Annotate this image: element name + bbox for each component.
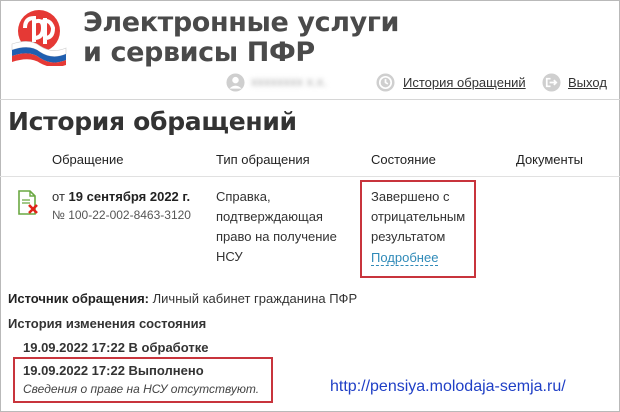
status-history-entry: 19.09.2022 17:22 Выполнено (23, 363, 204, 378)
request-type-line: подтверждающая (216, 209, 323, 224)
request-date-value: 19 сентября 2022 г. (68, 189, 191, 204)
request-type-line: НСУ (216, 249, 243, 264)
column-header-request: Обращение (52, 152, 124, 167)
request-type-line: право на получение (216, 229, 337, 244)
site-title-line2: и сервисы ПФР (83, 37, 315, 68)
request-source-value: Личный кабинет гражданина ПФР (152, 291, 358, 306)
exit-icon[interactable] (542, 73, 561, 92)
header-divider (0, 99, 620, 100)
user-bar: xxxxxxxx x.x. История обращений Выход (0, 71, 620, 95)
pfr-logo-icon (11, 10, 67, 66)
user-name[interactable]: xxxxxxxx x.x. (251, 74, 351, 90)
exit-link[interactable]: Выход (568, 75, 607, 90)
column-header-documents: Документы (516, 152, 584, 167)
history-clock-icon[interactable] (376, 73, 395, 92)
request-type-line: Справка, (216, 189, 271, 204)
request-type: Справка, подтверждающая право на получен… (216, 187, 356, 267)
status-history-title: История изменения состояния (8, 316, 207, 331)
status-history-entry: 19.09.2022 17:22 В обработке (23, 340, 209, 355)
table-header-divider (0, 176, 620, 177)
site-title-line1: Электронные услуги (83, 7, 399, 38)
request-status-line: Завершено с (371, 189, 450, 204)
watermark-url: http://pensiya.molodaja-semja.ru/ (330, 378, 566, 395)
request-date-prefix: от (52, 189, 65, 204)
request-status-line: результатом (371, 229, 446, 244)
site-title: Электронные услуги и сервисы ПФР (83, 8, 399, 68)
details-link[interactable]: Подробнее (371, 250, 439, 266)
status-history-note: Сведения о праве на НСУ отсутствуют. (23, 382, 260, 396)
history-link[interactable]: История обращений (403, 75, 526, 90)
request-source-label: Источник обращения: (8, 291, 149, 306)
user-avatar-icon (226, 73, 245, 92)
document-rejected-icon (18, 190, 38, 215)
column-header-status: Состояние (371, 152, 436, 167)
column-header-type: Тип обращения (216, 152, 310, 167)
request-status: Завершено с отрицательным результатом (371, 187, 465, 247)
request-date: от 19 сентября 2022 г. (52, 189, 190, 204)
request-number: № 100-22-002-8463-3120 (52, 208, 191, 222)
page-title: История обращений (8, 107, 297, 136)
request-status-line: отрицательным (371, 209, 466, 224)
request-source: Источник обращения: Личный кабинет гражд… (8, 291, 357, 306)
